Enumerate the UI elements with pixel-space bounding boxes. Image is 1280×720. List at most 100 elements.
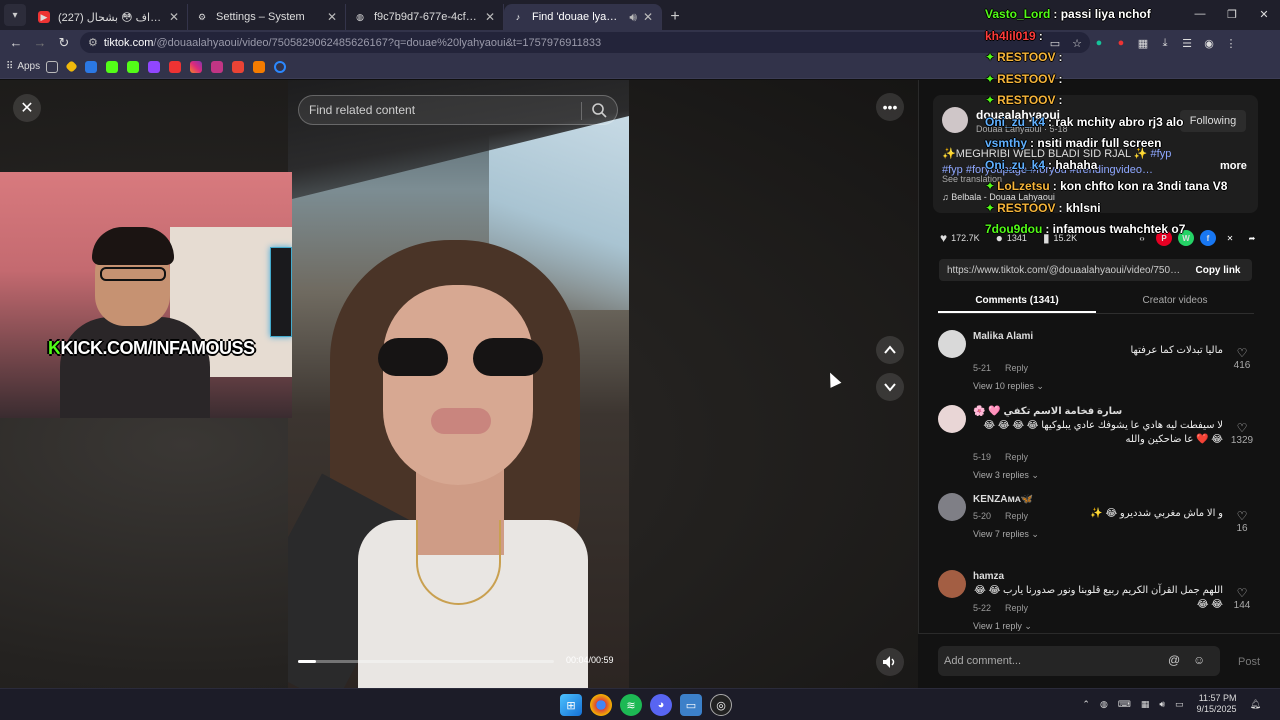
close-video-button[interactable]: ✕: [13, 94, 41, 122]
kebab-menu-icon[interactable]: ⋮: [1220, 33, 1242, 53]
related-search-input[interactable]: Find related content: [298, 95, 618, 125]
tray-chevron-up-icon[interactable]: ⌃: [1082, 699, 1090, 710]
more-button[interactable]: more: [1220, 160, 1247, 172]
chevron-down-icon: ⌄: [1031, 529, 1039, 539]
reload-button[interactable]: ↻: [52, 31, 76, 55]
bookmark-streamlabs[interactable]: [211, 57, 226, 77]
next-video-button[interactable]: [876, 373, 904, 401]
copy-link-button[interactable]: Copy link: [1184, 265, 1252, 276]
close-tab-icon[interactable]: ✕: [327, 10, 337, 24]
view-replies-button[interactable]: View 1 reply ⌄: [973, 621, 1032, 632]
tab-title: Find 'douae lyahyaoui' on T…: [532, 11, 623, 23]
commenter-avatar[interactable]: [938, 330, 966, 358]
url-input[interactable]: ⚙ tiktok.com /@douaalahyaoui/video/75058…: [80, 32, 1090, 53]
volume-tray-icon[interactable]: 🔊︎: [1159, 699, 1165, 710]
notification-bell-icon[interactable]: 🔔︎: [1250, 699, 1261, 710]
comment-like-button[interactable]: ♡ 1329: [1228, 421, 1256, 446]
chat-colon: :: [1038, 28, 1043, 43]
reply-button[interactable]: Reply: [1005, 363, 1028, 373]
tab-title: Settings – System: [216, 11, 305, 23]
share-arrow-icon[interactable]: ➦: [1244, 230, 1260, 246]
chat-colon: :: [1052, 179, 1061, 193]
apps-bookmark[interactable]: ⠿ Apps: [6, 57, 40, 77]
obs-icon[interactable]: ◎: [710, 694, 732, 716]
close-window-button[interactable]: ✕: [1248, 0, 1280, 28]
chat-text: rak mchity abro rj3 alo: [1055, 114, 1184, 129]
post-comment-button[interactable]: Post: [1238, 656, 1260, 668]
view-replies-button[interactable]: View 3 replies ⌄: [973, 470, 1039, 481]
comment-like-button[interactable]: ♡ 416: [1228, 346, 1256, 371]
commenter-name[interactable]: Malika Alami: [973, 331, 1033, 342]
video-player[interactable]: [288, 80, 629, 688]
discord-icon[interactable]: ◕: [650, 694, 672, 716]
view-replies-button[interactable]: View 10 replies ⌄: [973, 381, 1044, 392]
taskbar-clock[interactable]: 11:57 PM 9/15/2025: [1197, 693, 1237, 715]
start-windows-icon[interactable]: ⊞: [560, 694, 582, 716]
close-tab-icon[interactable]: ✕: [485, 10, 495, 24]
like-button[interactable]: ♥ 172.7K: [940, 231, 980, 245]
commenter-name[interactable]: hamza: [973, 571, 1004, 582]
reply-button[interactable]: Reply: [1005, 511, 1028, 521]
tab-creator-videos[interactable]: Creator videos: [1096, 292, 1254, 313]
tab-uuid[interactable]: ◍ f9c7b9d7-677e-4cf3-9941-fef7… ✕: [346, 4, 504, 30]
monitor-app-icon[interactable]: ▭: [680, 694, 702, 716]
bookmark-binance[interactable]: [65, 57, 79, 77]
bookmark-extra[interactable]: [253, 57, 268, 77]
search-icon[interactable]: [591, 102, 607, 118]
author-avatar[interactable]: [942, 107, 968, 133]
tab-youtube[interactable]: ▶ (227) كتكوتصومي براف 😳 بشحال ✕: [30, 4, 188, 30]
x-icon[interactable]: ✕: [1222, 230, 1238, 246]
bookmark-instagram[interactable]: [190, 57, 205, 77]
bookmark-meta[interactable]: [274, 57, 289, 77]
bookmark-site[interactable]: [85, 57, 100, 77]
grid-icon: [46, 60, 59, 73]
close-tab-icon[interactable]: ✕: [643, 10, 653, 24]
tab-comments[interactable]: Comments (1341): [938, 292, 1096, 313]
chat-username: kh4lil019: [985, 28, 1036, 43]
tab-tiktok[interactable]: ♪ Find 'douae lyahyaoui' on T… 🔊︎ ✕: [504, 4, 662, 30]
network-icon[interactable]: ▦: [1141, 699, 1150, 710]
reply-button[interactable]: Reply: [1005, 603, 1028, 613]
mention-icon[interactable]: @: [1168, 653, 1184, 669]
tab-settings[interactable]: ⚙ Settings – System ✕: [188, 4, 346, 30]
comment-text: لا سيفطت ليه هادي عا يشوفك عادي يبلوكيها…: [983, 420, 1223, 445]
chat-colon: :: [1058, 200, 1066, 215]
tray-app-icon[interactable]: ◍: [1100, 699, 1108, 710]
bookmark-kick-2[interactable]: [127, 57, 142, 77]
chrome-icon[interactable]: [590, 694, 612, 716]
language-icon[interactable]: ⌨: [1118, 699, 1131, 710]
bookmark-grid[interactable]: [46, 57, 61, 77]
arrow-icon: [253, 60, 266, 73]
spotify-icon[interactable]: ≋: [620, 694, 642, 716]
reply-button[interactable]: Reply: [1005, 452, 1028, 462]
back-button[interactable]: ←: [4, 31, 28, 55]
view-replies-button[interactable]: View 7 replies ⌄: [973, 529, 1039, 540]
new-tab-button[interactable]: +: [662, 4, 688, 30]
bookmark-gmail[interactable]: [232, 57, 247, 77]
commenter-avatar[interactable]: [938, 570, 966, 598]
previous-video-button[interactable]: [876, 336, 904, 364]
commenter-name[interactable]: 🌸 🩷 سارة فخامة الاسم تكفي: [973, 406, 1122, 417]
chat-username: LoLzetsu: [997, 179, 1050, 193]
volume-button[interactable]: [876, 648, 904, 676]
commenter-avatar[interactable]: [938, 405, 966, 433]
battery-icon[interactable]: ▭: [1175, 699, 1184, 710]
speaker-icon[interactable]: 🔊︎: [629, 10, 637, 25]
bookmark-youtube[interactable]: [169, 57, 184, 77]
commenter-name[interactable]: KENZAᴍᴀ🦋: [973, 494, 1033, 505]
bookmark-kick-1[interactable]: [106, 57, 121, 77]
more-options-button[interactable]: •••: [876, 93, 904, 121]
video-progress-bar[interactable]: [298, 660, 554, 663]
bookmark-twitch[interactable]: [148, 57, 163, 77]
comment-like-button[interactable]: ♡ 144: [1228, 586, 1256, 611]
chat-message: ✦ RESTOOV:: [985, 47, 1215, 69]
site-info-icon[interactable]: ⚙: [88, 36, 98, 49]
close-tab-icon[interactable]: ✕: [169, 10, 179, 24]
forward-button[interactable]: →: [28, 31, 52, 55]
comment-like-button[interactable]: ♡ 16: [1228, 509, 1256, 534]
maximize-button[interactable]: ❐: [1216, 0, 1248, 28]
commenter-avatar[interactable]: [938, 493, 966, 521]
tab-search-button[interactable]: ▾: [4, 4, 26, 26]
chat-username: RESTOOV: [997, 50, 1056, 64]
emoji-icon[interactable]: ☺: [1193, 653, 1209, 669]
